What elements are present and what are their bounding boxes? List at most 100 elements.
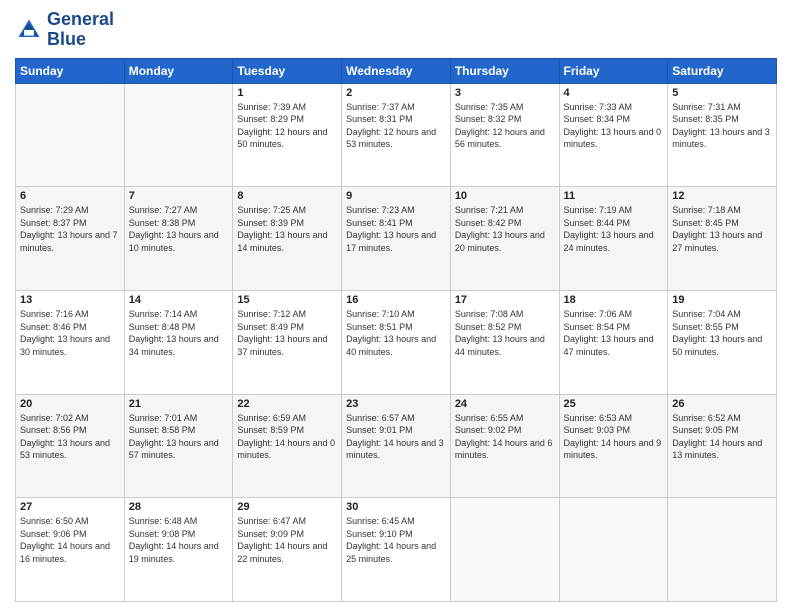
calendar-cell [668,498,777,602]
calendar-cell: 2Sunrise: 7:37 AM Sunset: 8:31 PM Daylig… [342,83,451,187]
calendar-cell: 18 Sunrise: 7:06 AM Sunset: 8:54 PM Dayli… [559,290,668,394]
calendar-cell [124,83,233,187]
calendar: SundayMondayTuesdayWednesdayThursdayFrid… [15,58,777,602]
weekday-sunday: Sunday [16,58,125,83]
logo: General Blue [15,10,114,50]
calendar-cell: 1 Sunrise: 7:39 AM Sunset: 8:29 PM Daylig… [233,83,342,187]
calendar-cell: 9Sunrise: 7:23 AM Sunset: 8:41 PM Daylig… [342,187,451,291]
weekday-monday: Monday [124,58,233,83]
day-info: Sunrise: 7:37 AM Sunset: 8:31 PM Dayligh… [346,101,446,151]
day-info: Sunrise: 7:27 AM Sunset: 8:38 PM Dayligh… [129,204,229,254]
day-info: Sunrise: 7:21 AM Sunset: 8:42 PM Dayligh… [455,204,555,254]
calendar-cell: 5 Sunrise: 7:31 AM Sunset: 8:35 PM Daylig… [668,83,777,187]
day-info: Sunrise: 7:18 AM Sunset: 8:45 PM Dayligh… [672,204,772,254]
day-info: Sunrise: 7:16 AM Sunset: 8:46 PM Dayligh… [20,308,120,358]
day-number: 26 [672,398,772,410]
day-number: 6 [20,190,120,202]
day-number: 11 [564,190,664,202]
calendar-cell: 3 Sunrise: 7:35 AM Sunset: 8:32 PM Daylig… [450,83,559,187]
day-info: Sunrise: 7:35 AM Sunset: 8:32 PM Dayligh… [455,101,555,151]
calendar-cell: 4 Sunrise: 7:33 AM Sunset: 8:34 PM Daylig… [559,83,668,187]
day-number: 28 [129,501,229,513]
day-number: 9 [346,190,446,202]
day-number: 18 [564,294,664,306]
day-info: Sunrise: 6:50 AM Sunset: 9:06 PM Dayligh… [20,515,120,565]
week-row-2: 6Sunrise: 7:29 AM Sunset: 8:37 PM Daylig… [16,187,777,291]
calendar-cell [450,498,559,602]
weekday-thursday: Thursday [450,58,559,83]
day-info: Sunrise: 7:33 AM Sunset: 8:34 PM Dayligh… [564,101,664,151]
day-number: 30 [346,501,446,513]
calendar-cell: 15 Sunrise: 7:12 AM Sunset: 8:49 PM Dayli… [233,290,342,394]
weekday-wednesday: Wednesday [342,58,451,83]
weekday-header-row: SundayMondayTuesdayWednesdayThursdayFrid… [16,58,777,83]
day-info: Sunrise: 7:06 AM Sunset: 8:54 PM Dayligh… [564,308,664,358]
day-number: 14 [129,294,229,306]
day-number: 24 [455,398,555,410]
week-row-5: 27 Sunrise: 6:50 AM Sunset: 9:06 PM Dayli… [16,498,777,602]
day-info: Sunrise: 7:02 AM Sunset: 8:56 PM Dayligh… [20,412,120,462]
day-info: Sunrise: 6:52 AM Sunset: 9:05 PM Dayligh… [672,412,772,462]
calendar-cell [16,83,125,187]
day-number: 15 [237,294,337,306]
calendar-cell: 16 Sunrise: 7:10 AM Sunset: 8:51 PM Dayli… [342,290,451,394]
calendar-cell: 10 Sunrise: 7:21 AM Sunset: 8:42 PM Dayli… [450,187,559,291]
day-number: 27 [20,501,120,513]
week-row-3: 13Sunrise: 7:16 AM Sunset: 8:46 PM Dayli… [16,290,777,394]
day-number: 4 [564,87,664,99]
calendar-cell: 20 Sunrise: 7:02 AM Sunset: 8:56 PM Dayli… [16,394,125,498]
day-number: 10 [455,190,555,202]
day-info: Sunrise: 7:01 AM Sunset: 8:58 PM Dayligh… [129,412,229,462]
calendar-cell: 25Sunrise: 6:53 AM Sunset: 9:03 PM Dayli… [559,394,668,498]
day-info: Sunrise: 6:47 AM Sunset: 9:09 PM Dayligh… [237,515,337,565]
calendar-cell: 12 Sunrise: 7:18 AM Sunset: 8:45 PM Dayli… [668,187,777,291]
calendar-cell: 30 Sunrise: 6:45 AM Sunset: 9:10 PM Dayli… [342,498,451,602]
day-number: 29 [237,501,337,513]
day-number: 20 [20,398,120,410]
day-number: 16 [346,294,446,306]
calendar-cell: 28Sunrise: 6:48 AM Sunset: 9:08 PM Dayli… [124,498,233,602]
weekday-tuesday: Tuesday [233,58,342,83]
day-info: Sunrise: 7:10 AM Sunset: 8:51 PM Dayligh… [346,308,446,358]
calendar-cell [559,498,668,602]
calendar-cell: 14Sunrise: 7:14 AM Sunset: 8:48 PM Dayli… [124,290,233,394]
page: General Blue SundayMondayTuesdayWednesda… [0,0,792,612]
logo-text: General Blue [47,10,114,50]
day-info: Sunrise: 7:08 AM Sunset: 8:52 PM Dayligh… [455,308,555,358]
calendar-cell: 26 Sunrise: 6:52 AM Sunset: 9:05 PM Dayli… [668,394,777,498]
calendar-cell: 8 Sunrise: 7:25 AM Sunset: 8:39 PM Daylig… [233,187,342,291]
calendar-cell: 24 Sunrise: 6:55 AM Sunset: 9:02 PM Dayli… [450,394,559,498]
calendar-cell: 19 Sunrise: 7:04 AM Sunset: 8:55 PM Dayli… [668,290,777,394]
day-number: 17 [455,294,555,306]
weekday-friday: Friday [559,58,668,83]
day-info: Sunrise: 7:12 AM Sunset: 8:49 PM Dayligh… [237,308,337,358]
day-number: 12 [672,190,772,202]
day-info: Sunrise: 7:19 AM Sunset: 8:44 PM Dayligh… [564,204,664,254]
logo-icon [15,16,43,44]
calendar-cell: 23 Sunrise: 6:57 AM Sunset: 9:01 PM Dayli… [342,394,451,498]
day-info: Sunrise: 6:53 AM Sunset: 9:03 PM Dayligh… [564,412,664,462]
day-info: Sunrise: 7:31 AM Sunset: 8:35 PM Dayligh… [672,101,772,151]
day-number: 8 [237,190,337,202]
day-info: Sunrise: 6:59 AM Sunset: 8:59 PM Dayligh… [237,412,337,462]
day-info: Sunrise: 6:57 AM Sunset: 9:01 PM Dayligh… [346,412,446,462]
day-number: 19 [672,294,772,306]
calendar-cell: 29 Sunrise: 6:47 AM Sunset: 9:09 PM Dayli… [233,498,342,602]
day-number: 3 [455,87,555,99]
day-number: 5 [672,87,772,99]
day-info: Sunrise: 6:55 AM Sunset: 9:02 PM Dayligh… [455,412,555,462]
week-row-4: 20 Sunrise: 7:02 AM Sunset: 8:56 PM Dayli… [16,394,777,498]
calendar-cell: 11 Sunrise: 7:19 AM Sunset: 8:44 PM Dayli… [559,187,668,291]
calendar-cell: 13Sunrise: 7:16 AM Sunset: 8:46 PM Dayli… [16,290,125,394]
day-number: 21 [129,398,229,410]
day-info: Sunrise: 7:04 AM Sunset: 8:55 PM Dayligh… [672,308,772,358]
day-info: Sunrise: 7:25 AM Sunset: 8:39 PM Dayligh… [237,204,337,254]
day-number: 7 [129,190,229,202]
day-number: 23 [346,398,446,410]
week-row-1: 1 Sunrise: 7:39 AM Sunset: 8:29 PM Daylig… [16,83,777,187]
day-number: 22 [237,398,337,410]
header: General Blue [15,10,777,50]
day-info: Sunrise: 7:39 AM Sunset: 8:29 PM Dayligh… [237,101,337,151]
day-number: 1 [237,87,337,99]
day-info: Sunrise: 6:45 AM Sunset: 9:10 PM Dayligh… [346,515,446,565]
